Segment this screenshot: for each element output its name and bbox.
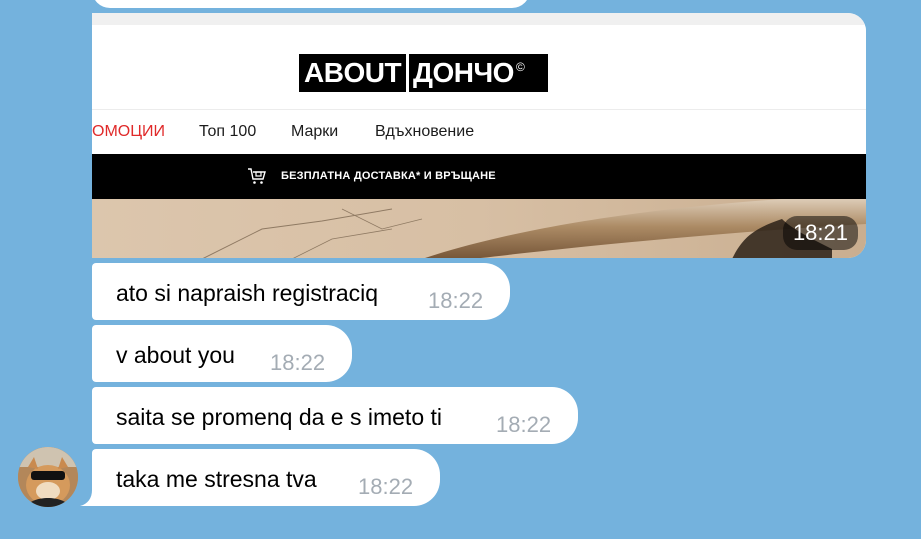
- logo-mark: ©: [515, 60, 525, 74]
- message-time: 18:22: [358, 474, 414, 499]
- screenshot-shipping-banner: БЕЗПЛАТНА ДОСТАВКА* И ВРЪЩАНЕ: [92, 154, 866, 199]
- screenshot-top-bar: [92, 13, 866, 25]
- previous-message-bubble: [92, 0, 530, 8]
- site-logo: ABOUT ДОНЧО ©: [299, 54, 548, 92]
- nav-item-inspiration: Вдъхновение: [375, 123, 475, 140]
- shipping-banner-text: БЕЗПЛАТНА ДОСТАВКА* И ВРЪЩАНЕ: [281, 170, 496, 182]
- message-bubble[interactable]: saita se promenq da e s imeto ti 18:22: [92, 387, 578, 444]
- message-text: ato si napraish registraciq: [116, 280, 379, 306]
- logo-left-text: ABOUT: [304, 57, 402, 88]
- screenshot-site-nav: ОМОЦИИ Топ 100 Марки Вдъхновение: [92, 110, 866, 154]
- nav-item-promotions: ОМОЦИИ: [92, 123, 166, 140]
- logo-right-text: ДОНЧО: [413, 57, 514, 88]
- screenshot-hero-photo: [92, 199, 866, 258]
- message-text: taka me stresna tva: [116, 466, 317, 492]
- message-bubble[interactable]: taka me stresna tva 18:22: [92, 449, 440, 506]
- message-text: v about you: [116, 342, 235, 368]
- sender-avatar[interactable]: [18, 447, 78, 507]
- image-message-bubble[interactable]: ABOUT ДОНЧО © ОМОЦИИ Топ 100 Марки Вдъхн…: [92, 13, 866, 258]
- image-message-time: 18:21: [782, 216, 858, 250]
- hero-photo-graphic: [92, 199, 866, 258]
- cart-icon: [248, 168, 266, 184]
- message-bubble[interactable]: v about you 18:22: [92, 325, 352, 382]
- avatar-image: [18, 447, 78, 507]
- message-time: 18:22: [428, 288, 484, 313]
- message-time: 18:22: [496, 412, 552, 437]
- message-bubble[interactable]: ato si napraish registraciq 18:22: [92, 263, 510, 320]
- nav-item-brands: Марки: [291, 123, 339, 140]
- message-text: saita se promenq da e s imeto ti: [116, 404, 442, 430]
- nav-item-top-100: Топ 100: [199, 123, 257, 140]
- screenshot-site-header: ABOUT ДОНЧО ©: [92, 25, 866, 110]
